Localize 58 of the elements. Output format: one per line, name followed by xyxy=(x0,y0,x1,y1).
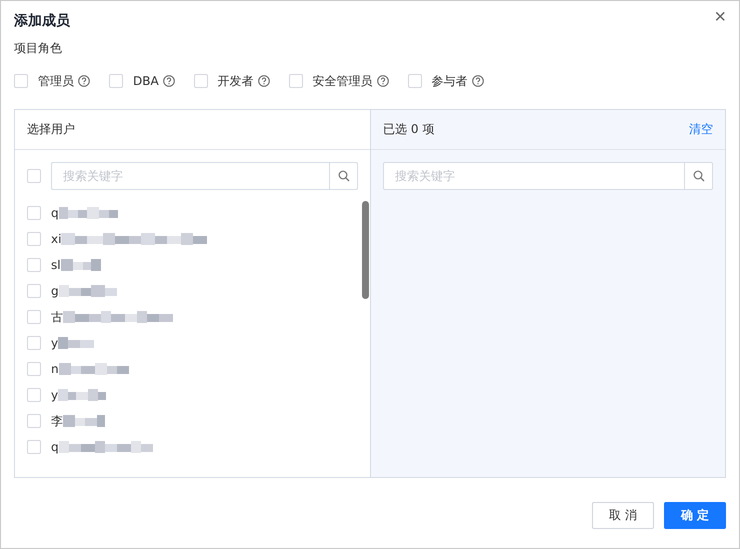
user-checkbox[interactable] xyxy=(27,284,41,298)
user-name: g xyxy=(51,284,59,298)
select-all-checkbox[interactable] xyxy=(27,169,41,183)
user-checkbox[interactable] xyxy=(27,388,41,402)
roles-label: 项目角色 xyxy=(14,40,63,56)
user-name: y xyxy=(51,336,58,350)
user-checkbox[interactable] xyxy=(27,258,41,272)
user-checkbox[interactable] xyxy=(27,310,41,324)
role-label: 开发者 xyxy=(218,72,254,90)
clear-link[interactable]: 清空 xyxy=(689,121,713,138)
help-icon[interactable] xyxy=(472,75,484,87)
user-checkbox[interactable] xyxy=(27,362,41,376)
search-button[interactable] xyxy=(330,162,358,190)
user-name: sl xyxy=(51,258,61,272)
pixelated-mark xyxy=(58,363,129,375)
user-name: 古 xyxy=(51,308,63,326)
pixelated-mark xyxy=(58,389,106,401)
search-field[interactable]: 搜索关键字 xyxy=(383,162,685,190)
role-checkbox[interactable] xyxy=(14,74,28,88)
role-label: DBA xyxy=(133,74,159,88)
pixelated-mark xyxy=(58,207,118,219)
role-label: 管理员 xyxy=(38,72,74,90)
user-checkbox[interactable] xyxy=(27,414,41,428)
pixelated-mark xyxy=(60,259,101,271)
pixelated-mark xyxy=(58,337,94,349)
pixelated-mark xyxy=(58,285,117,297)
search-icon xyxy=(338,170,350,182)
pixelated-mark xyxy=(63,415,105,427)
role-checkbox[interactable] xyxy=(109,74,123,88)
panel-title: 选择用户 xyxy=(27,121,75,138)
cancel-button[interactable]: 取 消 xyxy=(592,502,654,529)
role-checkbox[interactable] xyxy=(194,74,208,88)
user-name: q xyxy=(51,440,59,454)
user-checkbox[interactable] xyxy=(27,440,41,454)
role-checkbox[interactable] xyxy=(288,74,303,88)
user-name: 李 xyxy=(51,412,63,430)
close-button[interactable]: × xyxy=(710,6,730,28)
user-name: y xyxy=(51,388,58,402)
scrollbar-thumb[interactable] xyxy=(362,201,369,299)
user-checkbox[interactable] xyxy=(27,232,41,246)
search-button[interactable] xyxy=(685,162,713,190)
search-field[interactable]: 搜索关键字 xyxy=(51,162,330,190)
role-label: 安全管理员 xyxy=(312,72,373,90)
search-icon xyxy=(692,170,704,182)
role-checkbox[interactable] xyxy=(408,74,422,88)
user-name: q xyxy=(51,206,59,220)
help-icon[interactable] xyxy=(78,75,90,87)
user-name: xi xyxy=(51,232,62,246)
dialog-title: 添加成员 xyxy=(14,12,70,31)
help-icon[interactable] xyxy=(376,75,389,87)
role-label: 参与者 xyxy=(432,72,468,90)
help-icon[interactable] xyxy=(162,75,175,87)
user-checkbox[interactable] xyxy=(27,336,41,350)
panel-title: 已选 0 项 xyxy=(383,121,434,138)
user-checkbox[interactable] xyxy=(27,206,41,220)
help-icon[interactable] xyxy=(258,75,270,87)
user-name: n xyxy=(51,362,59,376)
confirm-button[interactable]: 确 定 xyxy=(664,502,726,529)
